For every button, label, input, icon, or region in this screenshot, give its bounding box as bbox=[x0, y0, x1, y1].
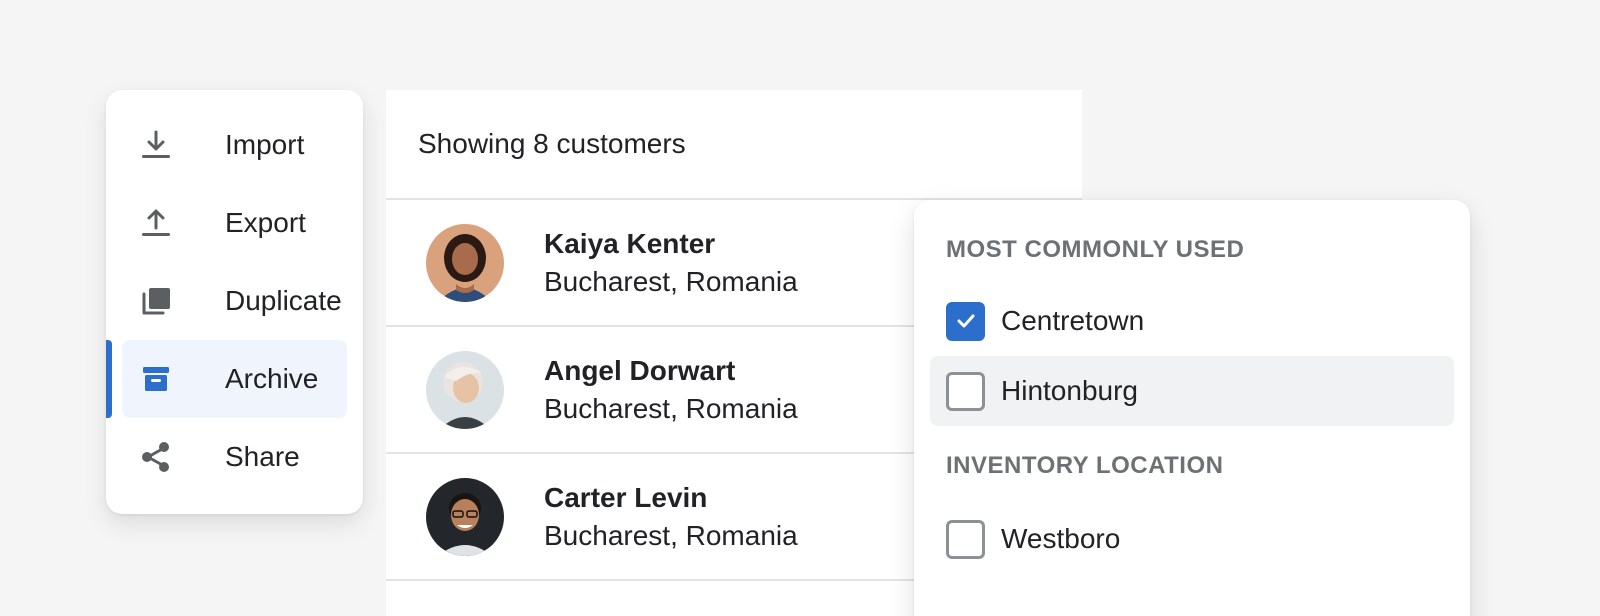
stage: Import Export Duplicate Archive Share Sh… bbox=[0, 0, 1600, 616]
menu-item-share[interactable]: Share bbox=[122, 418, 347, 496]
action-menu: Import Export Duplicate Archive Share bbox=[106, 90, 363, 514]
option-label: Westboro bbox=[1001, 523, 1121, 554]
option-westboro[interactable]: Westboro bbox=[930, 504, 1454, 574]
archive-icon bbox=[140, 363, 172, 395]
option-hintonburg[interactable]: Hintonburg bbox=[930, 356, 1454, 426]
menu-item-archive[interactable]: Archive bbox=[106, 340, 347, 418]
checkbox-checked[interactable] bbox=[946, 301, 985, 341]
checkmark-icon bbox=[957, 314, 974, 328]
checkbox[interactable] bbox=[946, 519, 985, 559]
share-icon bbox=[140, 441, 172, 473]
menu-item-import[interactable]: Import bbox=[122, 106, 347, 184]
menu-item-duplicate[interactable]: Duplicate bbox=[122, 262, 347, 340]
list-header: Showing 8 customers bbox=[386, 90, 1082, 200]
menu-item-label: Duplicate bbox=[225, 285, 342, 316]
menu-item-label: Share bbox=[225, 441, 300, 472]
customer-name: Kaiya Kenter bbox=[544, 227, 716, 259]
option-label: Centretown bbox=[1001, 305, 1145, 336]
customer-name: Carter Levin bbox=[544, 481, 708, 513]
customer-name: Angel Dorwart bbox=[544, 354, 736, 386]
customer-location: Bucharest, Romania bbox=[544, 519, 798, 551]
import-icon bbox=[140, 129, 172, 161]
checkbox[interactable] bbox=[946, 371, 985, 411]
duplicate-icon bbox=[140, 285, 172, 317]
customer-location: Bucharest, Romania bbox=[544, 392, 798, 424]
export-icon bbox=[140, 207, 172, 239]
avatar bbox=[426, 477, 504, 556]
avatar bbox=[426, 350, 504, 429]
menu-item-label: Import bbox=[225, 129, 305, 160]
option-label: Hintonburg bbox=[1001, 375, 1138, 406]
avatar bbox=[426, 223, 504, 302]
section-title: MOST COMMONLY USED bbox=[946, 236, 1245, 263]
menu-item-export[interactable]: Export bbox=[122, 184, 347, 262]
option-centretown[interactable]: Centretown bbox=[930, 286, 1454, 356]
customer-info: Carter Levin Bucharest, Romania bbox=[544, 479, 798, 555]
menu-item-label: Archive bbox=[225, 363, 319, 394]
section-title: INVENTORY LOCATION bbox=[946, 452, 1224, 479]
customer-info: Angel Dorwart Bucharest, Romania bbox=[544, 352, 798, 428]
customer-location: Bucharest, Romania bbox=[544, 265, 798, 297]
menu-item-label: Export bbox=[225, 207, 306, 238]
filter-popover: MOST COMMONLY USED Centretown Hintonburg… bbox=[914, 200, 1470, 616]
customer-info: Kaiya Kenter Bucharest, Romania bbox=[544, 225, 798, 301]
